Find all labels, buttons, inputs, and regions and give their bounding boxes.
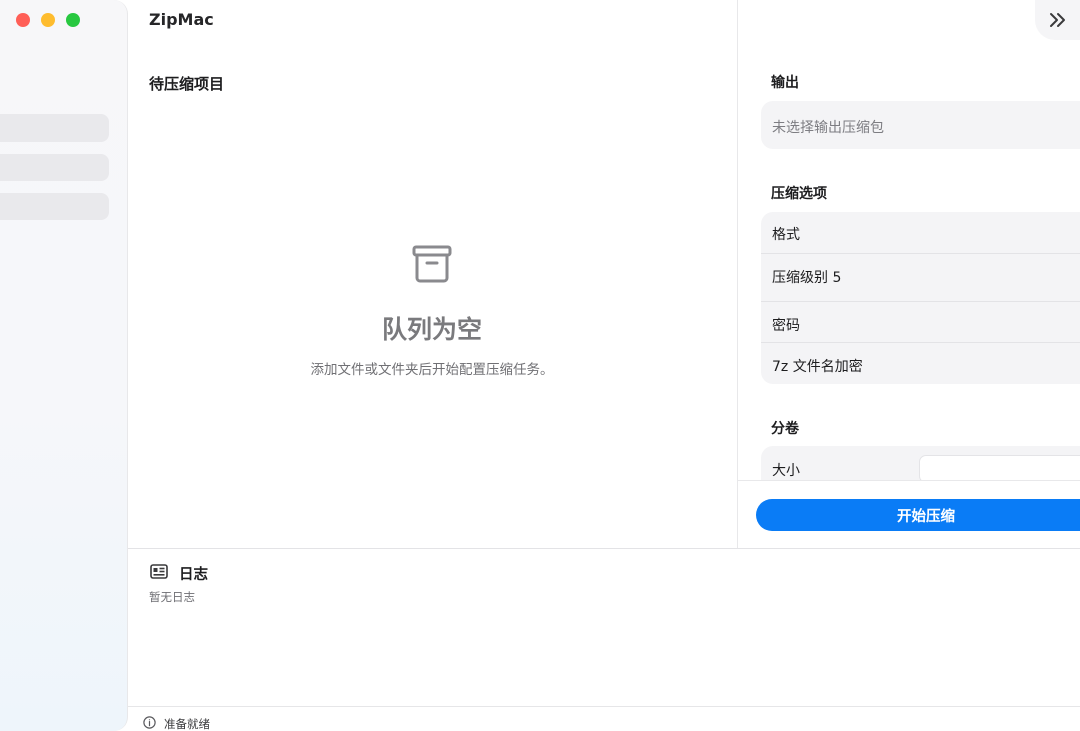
log-title: 日志 xyxy=(179,567,208,583)
format-label[interactable]: 格式 xyxy=(761,224,1080,244)
queue-title: 待压缩项目 xyxy=(149,75,225,93)
options-card: 格式 压缩级别 5 密码 7z 文件名加密 xyxy=(761,212,1080,384)
password-label[interactable]: 密码 xyxy=(761,315,1080,335)
row-divider xyxy=(761,301,1080,302)
split-size-input[interactable] xyxy=(919,455,1080,483)
app-window: ZipMac 待压缩项目 队列为空 添加文件或文件夹后开始配置压缩任务。 输出 … xyxy=(0,0,1080,731)
row-divider xyxy=(761,253,1080,254)
collapse-panel-button[interactable] xyxy=(1035,0,1080,40)
zoom-window-button[interactable] xyxy=(66,13,80,27)
row-divider xyxy=(761,342,1080,343)
log-empty-text: 暂无日志 xyxy=(149,590,195,604)
minimize-window-button[interactable] xyxy=(41,13,55,27)
newspaper-icon xyxy=(150,564,168,579)
start-compression-button[interactable]: 开始压缩 xyxy=(756,499,1080,531)
info-icon xyxy=(143,716,156,729)
action-bar-divider xyxy=(738,480,1080,481)
close-window-button[interactable] xyxy=(16,13,30,27)
output-card[interactable]: 未选择输出压缩包 xyxy=(761,101,1080,149)
split-title: 分卷 xyxy=(771,421,799,437)
panel-divider xyxy=(737,0,738,548)
compression-level-label[interactable]: 压缩级别 5 xyxy=(761,267,1080,287)
app-title: ZipMac xyxy=(149,10,214,29)
sidebar-item-2[interactable] xyxy=(0,154,109,181)
chevron-double-right-icon xyxy=(1049,13,1065,27)
options-title: 压缩选项 xyxy=(771,186,827,202)
log-divider xyxy=(128,548,1080,549)
sidebar-item-1[interactable] xyxy=(0,114,109,142)
sidebar xyxy=(0,0,128,731)
status-text: 准备就绪 xyxy=(164,717,210,731)
empty-queue-title: 队列为空 xyxy=(381,315,482,344)
encrypt-filenames-label[interactable]: 7z 文件名加密 xyxy=(761,356,1080,376)
status-bar-divider xyxy=(128,706,1080,707)
empty-queue-description: 添加文件或文件夹后开始配置压缩任务。 xyxy=(310,362,554,378)
archive-box-icon xyxy=(412,245,452,283)
output-title: 输出 xyxy=(771,75,799,91)
sidebar-item-3[interactable] xyxy=(0,193,109,220)
output-placeholder[interactable]: 未选择输出压缩包 xyxy=(761,117,1080,137)
